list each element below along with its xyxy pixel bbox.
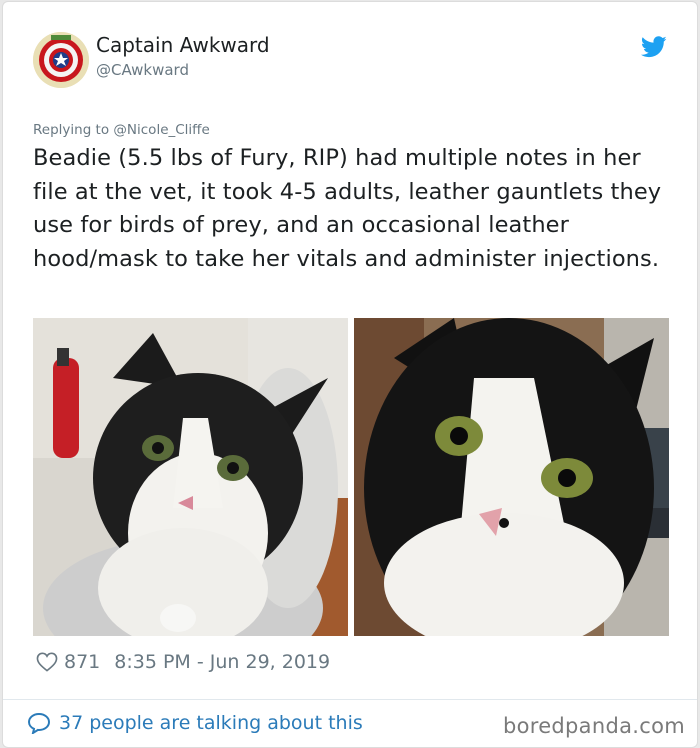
cat-photo-2[interactable] — [354, 318, 669, 636]
replying-handle-link[interactable]: @Nicole_Cliffe — [113, 122, 209, 138]
heart-outline-icon[interactable] — [36, 652, 58, 672]
author-name[interactable]: Captain Awkward — [96, 33, 270, 57]
conversation-link[interactable]: 37 people are talking about this — [27, 712, 363, 734]
replying-label: Replying to — [33, 122, 110, 138]
tweet-meta: 871 8:35 PM - Jun 29, 2019 — [36, 650, 330, 674]
talking-text[interactable]: 37 people are talking about this — [59, 712, 363, 734]
speech-bubble-icon — [27, 712, 51, 734]
replying-to: Replying to @Nicole_Cliffe — [33, 122, 210, 138]
author-avatar[interactable] — [33, 32, 89, 88]
watermark: boredpanda.com — [502, 714, 685, 738]
tweet-timestamp[interactable]: 8:35 PM - Jun 29, 2019 — [114, 651, 330, 673]
like-count[interactable]: 871 — [64, 651, 100, 673]
cat-photo-1[interactable] — [33, 318, 348, 636]
author-handle[interactable]: @CAwkward — [96, 61, 189, 79]
divider — [3, 699, 697, 700]
twitter-bird-icon[interactable] — [640, 36, 667, 62]
tweet-text: Beadie (5.5 lbs of Fury, RIP) had multip… — [33, 145, 662, 272]
tweet-card: Captain Awkward @CAwkward Replying to @N… — [2, 1, 698, 748]
